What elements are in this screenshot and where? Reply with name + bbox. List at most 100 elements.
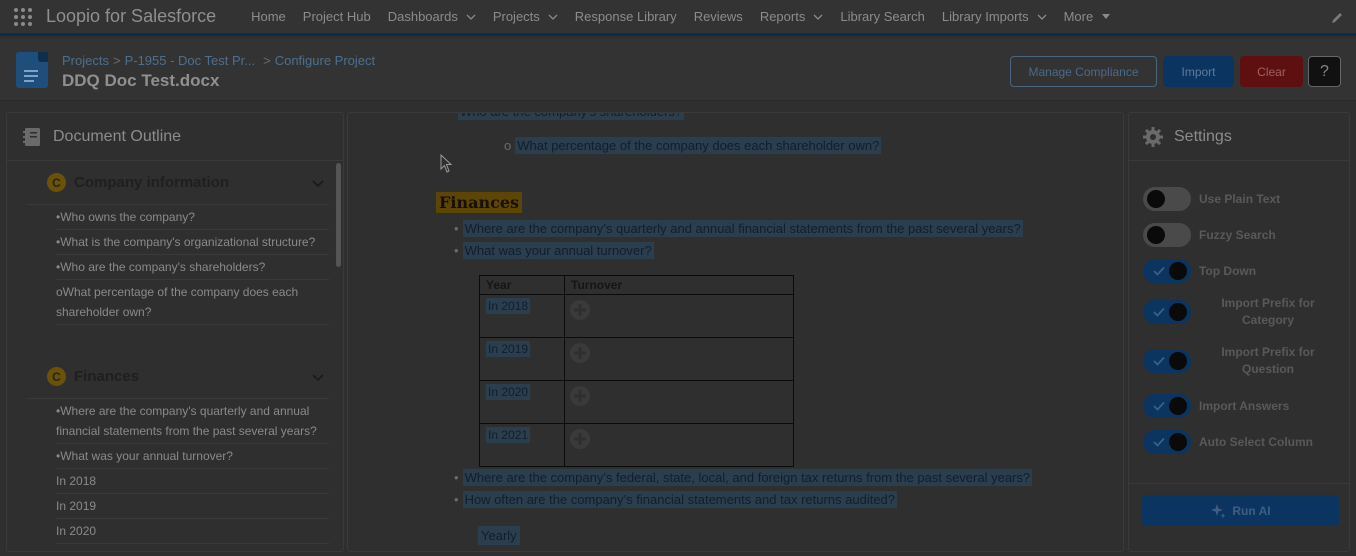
outline-header: Document Outline: [7, 113, 343, 161]
outline-item[interactable]: In 2020: [56, 519, 329, 544]
toggle-switch[interactable]: [1143, 349, 1191, 373]
add-circle-icon[interactable]: [569, 428, 591, 450]
nav-label: Library Search: [840, 9, 925, 24]
chevron-down-icon[interactable]: [813, 12, 823, 22]
outline-section-company-information: C Company information •Who owns the comp…: [27, 161, 329, 325]
outline-item[interactable]: •What was your annual turnover?: [56, 444, 329, 469]
outline-title: Document Outline: [53, 127, 182, 145]
setting-top-down: Top Down: [1143, 259, 1343, 283]
section-header[interactable]: C Finances: [27, 355, 329, 399]
table-row: In 2018: [479, 294, 794, 338]
outline-item[interactable]: In 2019: [56, 494, 329, 519]
toggle-switch[interactable]: [1143, 394, 1191, 418]
nav-item-reports[interactable]: Reports: [760, 0, 839, 35]
document-bullet[interactable]: • Where are the company’s federal, state,…: [454, 469, 1033, 486]
document-preview-panel: Who are the company's shareholders? oWha…: [347, 112, 1124, 552]
nav-item-response-library[interactable]: Response Library: [575, 0, 692, 35]
check-icon: [1153, 307, 1165, 317]
section-title: Company information: [74, 174, 230, 191]
highlighted-text: Where are the company’s quarterly and an…: [462, 220, 1023, 237]
document-line-cut[interactable]: Who are the company's shareholders?: [458, 113, 685, 120]
table-cell-year[interactable]: In 2020: [479, 380, 565, 424]
nav-item-home[interactable]: Home: [251, 0, 301, 35]
setting-import-prefix-question: Import Prefix for Question: [1143, 344, 1343, 378]
table-cell-turnover: [564, 337, 794, 381]
setting-import-prefix-category: Import Prefix for Category: [1143, 295, 1343, 329]
breadcrumb-separator: >: [112, 53, 121, 68]
table-cell-year[interactable]: In 2019: [479, 337, 565, 381]
document-answer[interactable]: Yearly: [478, 526, 520, 545]
toggle-switch[interactable]: [1143, 259, 1191, 283]
outline-item[interactable]: •What is the company's organizational st…: [56, 230, 329, 255]
document-outline-panel: Document Outline C Company information •…: [6, 112, 344, 552]
outline-item[interactable]: •Where are the company's quarterly and a…: [56, 399, 329, 444]
section-title: Finances: [74, 368, 140, 385]
document-bullet[interactable]: • How often are the company’s financial s…: [454, 491, 898, 508]
setting-fuzzy-search: Fuzzy Search: [1143, 223, 1343, 247]
table-header-year: Year: [479, 275, 565, 295]
setting-label: Top Down: [1199, 264, 1257, 278]
caret-down-icon[interactable]: [1101, 12, 1111, 22]
outline-item[interactable]: •Who owns the company?: [56, 205, 329, 230]
setting-label: Use Plain Text: [1199, 192, 1281, 206]
import-button[interactable]: Import: [1163, 56, 1234, 87]
table-cell-year[interactable]: In 2018: [479, 294, 565, 338]
document-section-heading[interactable]: Finances: [436, 192, 522, 213]
help-button[interactable]: ?: [1308, 56, 1341, 87]
section-header[interactable]: C Company information: [27, 161, 329, 205]
table-cell-turnover: [564, 294, 794, 338]
nav-label: Dashboards: [387, 9, 458, 24]
nav-item-reviews[interactable]: Reviews: [694, 0, 758, 35]
breadcrumb-project[interactable]: P-1955 - Doc Test Pr...: [125, 53, 256, 68]
setting-label: Import Answers: [1199, 399, 1290, 413]
settings-header: Settings: [1129, 113, 1349, 161]
nav-label: Projects: [492, 9, 540, 24]
breadcrumb-configure-project[interactable]: Configure Project: [275, 53, 375, 68]
run-ai-label: Run AI: [1232, 503, 1271, 518]
highlighted-text: What percentage of the company does each…: [515, 137, 882, 154]
toggle-switch[interactable]: [1143, 187, 1191, 211]
document-sub-bullet[interactable]: o What percentage of the company does eac…: [504, 137, 882, 154]
page-header: Projects > P-1955 - Doc Test Pr... > Con…: [0, 39, 1356, 101]
setting-auto-select-column: Auto Select Column: [1143, 430, 1343, 454]
nav-item-library-search[interactable]: Library Search: [840, 0, 940, 35]
nav-item-library-imports[interactable]: Library Imports: [942, 0, 1062, 35]
nav-item-project-hub[interactable]: Project Hub: [303, 0, 386, 35]
outline-item[interactable]: oWhat percentage of the company does eac…: [56, 280, 329, 325]
add-circle-icon[interactable]: [569, 385, 591, 407]
manage-compliance-button[interactable]: Manage Compliance: [1010, 56, 1157, 87]
setting-label: Import Prefix for Category: [1221, 296, 1315, 327]
chevron-down-icon[interactable]: [1037, 12, 1047, 22]
pencil-icon[interactable]: [1330, 11, 1344, 25]
chevron-down-icon[interactable]: [466, 12, 476, 22]
outline-scrollbar[interactable]: [336, 163, 341, 267]
nav-item-more[interactable]: More: [1064, 0, 1127, 35]
outline-item[interactable]: In 2018: [56, 469, 329, 494]
document-bullet[interactable]: • What was your annual turnover?: [454, 242, 654, 259]
check-icon: [1153, 266, 1165, 276]
add-circle-icon[interactable]: [569, 299, 591, 321]
run-ai-button[interactable]: Run AI: [1142, 495, 1339, 526]
nav-item-projects[interactable]: Projects: [493, 0, 573, 35]
app-launcher-icon[interactable]: [0, 0, 46, 35]
clear-button[interactable]: Clear: [1240, 56, 1303, 87]
outline-item[interactable]: •Who are the company's shareholders?: [56, 255, 329, 280]
add-circle-icon[interactable]: [569, 342, 591, 364]
chevron-down-icon[interactable]: [548, 12, 558, 22]
nav-item-dashboards[interactable]: Dashboards: [388, 0, 491, 35]
toggle-switch[interactable]: [1143, 430, 1191, 454]
sparkle-icon: [1211, 503, 1226, 518]
chevron-down-icon[interactable]: [311, 176, 325, 190]
toggle-switch[interactable]: [1143, 223, 1191, 247]
table-cell-year[interactable]: In 2021: [479, 423, 565, 467]
nav-label: Reports: [759, 9, 806, 24]
document-bullet[interactable]: • Where are the company’s quarterly and a…: [454, 220, 1023, 237]
chevron-down-icon[interactable]: [311, 370, 325, 384]
breadcrumb-projects[interactable]: Projects: [62, 53, 109, 68]
table-row: In 2021: [479, 423, 794, 467]
table-cell-turnover: [564, 380, 794, 424]
settings-title: Settings: [1174, 127, 1232, 145]
toggle-switch[interactable]: [1143, 300, 1191, 324]
mouse-cursor-icon: [440, 154, 453, 173]
table-row: In 2020: [479, 380, 794, 424]
